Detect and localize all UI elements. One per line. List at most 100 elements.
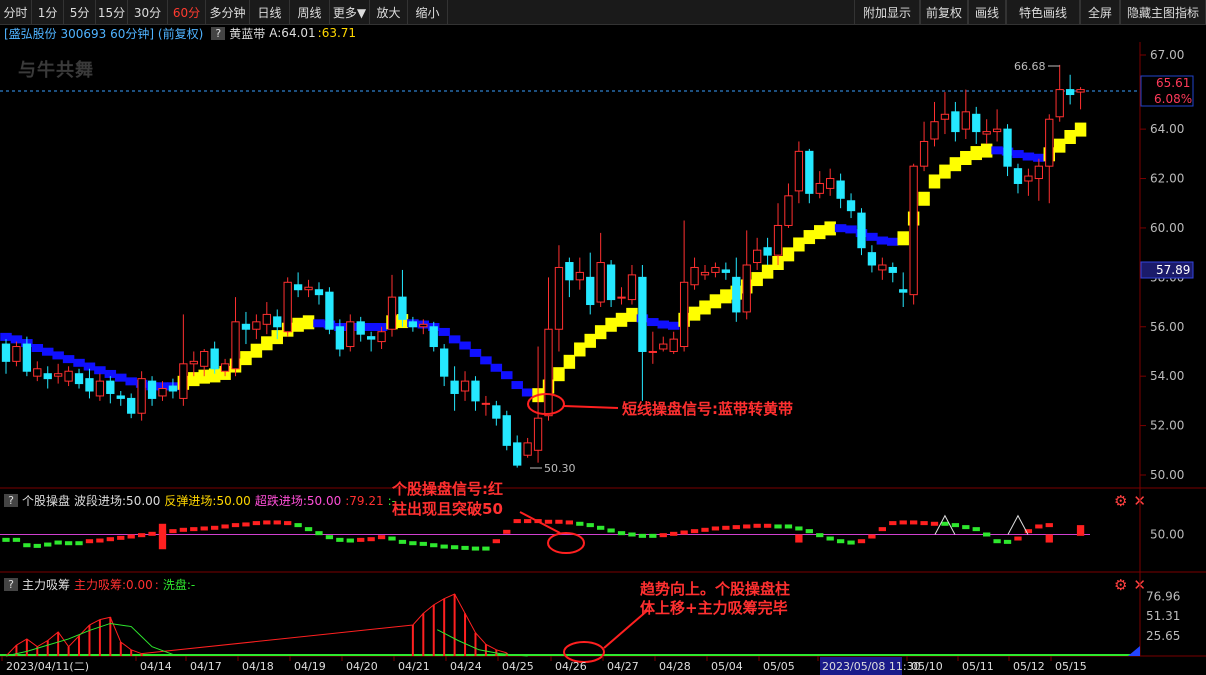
osc-dash [1014,536,1022,541]
annotation-short-signal: 短线操盘信号:蓝带转黄带 [622,400,793,418]
band-segment [292,317,304,332]
candle-body [606,264,616,301]
candle-body [293,284,303,291]
candle-body [168,385,178,392]
band-segment [615,312,628,327]
band-segment [834,224,847,233]
candle-body [784,195,793,226]
osc-signal-bar [1045,534,1053,543]
candle-body [523,442,532,456]
band-segment [594,325,607,340]
candle-body [33,368,42,377]
candle-body [700,271,710,276]
annotation-stock-signal-1: 个股操盘信号:红 [391,480,503,498]
band-segment [845,225,857,234]
accum-envelope [5,593,507,657]
x-tick-label: 04/27 [607,660,639,673]
osc-dash [711,526,720,531]
annotation-trend-2: 体上移+主力吸筹完毕 [640,599,788,617]
band-segment [709,294,722,309]
osc-dash [951,523,960,528]
candle-body [899,289,908,293]
osc-dash [2,537,10,542]
y-tick-label: 52.00 [1150,419,1184,433]
candle-body [366,336,376,340]
osc-dash [638,533,647,538]
osc-dash [430,543,438,548]
candle-body [617,296,626,299]
osc-dash [346,538,354,543]
candle-body [356,321,365,335]
candle-body [346,321,355,348]
candle-body [1065,89,1075,96]
candle-body [460,380,470,392]
osc-dash [878,527,886,532]
osc-dash [826,536,834,541]
band-segment [699,300,711,315]
y-tick-label: 67.00 [1150,48,1184,62]
candle-body [648,350,657,353]
osc-dash [284,521,292,526]
candle-body [753,249,762,264]
candle-body [64,370,73,382]
candle-body [533,417,543,451]
candle-body [85,378,94,392]
band-segment [41,347,54,356]
annotation-trend-1: 趋势向上。个股操盘柱 [640,580,790,598]
candle-body [565,262,574,281]
osc-dash [690,529,699,534]
kline-chart[interactable]: 50.0052.0054.0056.0058.0060.0062.0064.00… [0,0,1206,675]
osc-dash [513,519,521,524]
candle-body [992,128,1002,133]
candle-body [502,415,511,446]
osc-dash [503,529,511,534]
osc-dash [795,526,803,531]
osc-dash [211,525,219,530]
candle-body [179,363,188,399]
osc-dash [440,544,448,549]
candle-body [669,338,678,352]
osc-dash [471,546,480,551]
osc-dash [909,520,918,525]
candle-body [961,111,970,130]
x-tick-label: 2023/04/11(二) [6,660,89,673]
osc-dash [357,537,365,542]
band-segment [647,318,659,327]
candle-body [1034,165,1043,180]
candle-body [951,111,960,133]
osc-dash [857,539,866,544]
candle-body [200,350,209,367]
osc-dash [367,537,375,542]
osc-dash [231,523,240,528]
candle-body [377,331,386,343]
osc-dash [523,519,532,524]
osc-dash [273,520,281,525]
osc-dash [816,533,824,538]
candle-body [878,264,887,271]
candle-body [513,442,522,466]
osc-dash [492,539,500,544]
osc-dash [628,532,636,537]
osc-dash [450,545,459,550]
osc-dash [85,539,94,544]
candle-body [815,182,824,194]
signal-circle [563,641,605,663]
candle-body [220,363,230,372]
band-segment [887,237,899,246]
y-tick-label: 54.00 [1150,369,1184,383]
candle-body [481,402,491,405]
osc-dash [763,523,772,528]
band-segment [876,236,889,245]
candle-body [283,281,292,333]
band-segment [1053,138,1066,153]
band-segment [62,355,75,364]
candle-body [408,321,418,328]
candle-body [54,373,63,377]
band-segment [949,157,962,172]
band-segment [605,317,617,332]
candle-body [106,380,115,394]
x-tick-label: 05/15 [1055,660,1087,673]
band-segment [782,247,795,262]
candle-body [721,269,731,273]
x-tick-label: 2023/05/08 11:30 [822,660,921,673]
